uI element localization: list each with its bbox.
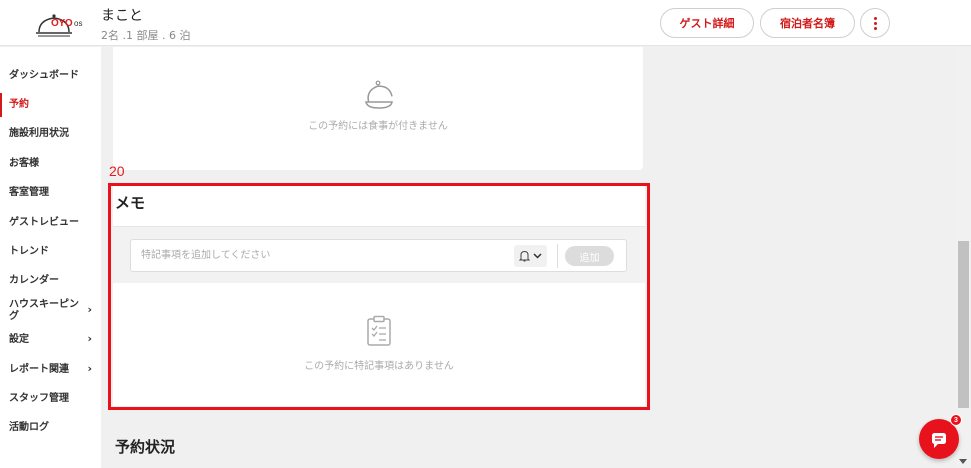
sidebar-item-staff-management[interactable]: スタッフ管理 [0,387,101,411]
scrollbar-thumb[interactable] [958,241,969,408]
guest-stay-summary: 2名 .1 部屋 . 6 泊 [101,29,191,42]
more-options-button[interactable] [860,8,890,38]
sidebar-item-dashboard[interactable]: ダッシュボード [0,64,101,88]
sidebar-item-customers[interactable]: お客様 [0,152,101,176]
meal-cloche-icon [365,80,393,109]
annotation-number: 20 [109,163,125,179]
annotation-highlight-box [108,183,650,410]
sidebar-item-label: 予約 [9,99,29,110]
sidebar-item-settings[interactable]: 設定 › [0,328,101,352]
sidebar: ダッシュボード 予約 施設利用状況 お客様 客室管理 ゲストレビュー トレンド … [0,47,101,468]
more-vertical-icon [873,16,877,30]
sidebar-item-reports[interactable]: レポート関連 › [0,358,101,382]
guest-name: まこと [101,8,143,24]
sidebar-item-label: スタッフ管理 [9,393,69,404]
sidebar-item-label: トレンド [9,246,49,257]
sidebar-item-label: ゲストレビュー [9,217,79,228]
scroll-down-arrow-icon[interactable] [959,459,967,464]
sidebar-item-label: カレンダー [9,275,59,286]
chevron-right-icon: › [87,332,92,345]
chevron-right-icon: › [87,303,92,316]
sidebar-item-calendar[interactable]: カレンダー [0,269,101,293]
meals-card: この予約には食事が付きません [113,47,643,170]
guest-detail-button[interactable]: ゲスト詳細 [660,8,754,38]
top-header: OYO os まこと 2名 .1 部屋 . 6 泊 ゲスト詳細 宿泊者名簿 [0,0,971,46]
sidebar-item-label: 活動ログ [9,422,49,433]
logo-text: OYO [51,18,73,29]
sidebar-item-trends[interactable]: トレンド [0,240,101,264]
booking-status-title: 予約状況 [115,438,176,456]
chevron-right-icon: › [87,362,92,375]
sidebar-item-room-management[interactable]: 客室管理 [0,181,101,205]
sidebar-item-label: 施設利用状況 [9,128,69,139]
sidebar-item-label: 設定 [9,334,29,345]
no-meal-message: この予約には食事が付きません [308,121,448,132]
sidebar-item-label: ダッシュボード [9,70,79,81]
chat-unread-badge: 3 [950,414,962,426]
sidebar-item-label: レポート関連 [9,364,69,375]
guest-registry-button[interactable]: 宿泊者名簿 [760,8,855,38]
sidebar-item-housekeeping[interactable]: ハウスキーピング › [0,297,101,325]
sidebar-item-label: お客様 [9,158,39,169]
sidebar-item-reservations[interactable]: 予約 [0,93,101,117]
oyo-logo[interactable]: OYO os [34,8,90,38]
logo-suffix: os [74,19,83,28]
sidebar-item-label: 客室管理 [9,187,49,198]
sidebar-item-label: ハウスキーピング [9,299,79,322]
sidebar-item-activity-log[interactable]: 活動ログ [0,416,101,440]
sidebar-item-guest-reviews[interactable]: ゲストレビュー [0,211,101,235]
sidebar-item-facility-usage[interactable]: 施設利用状況 [0,122,101,146]
